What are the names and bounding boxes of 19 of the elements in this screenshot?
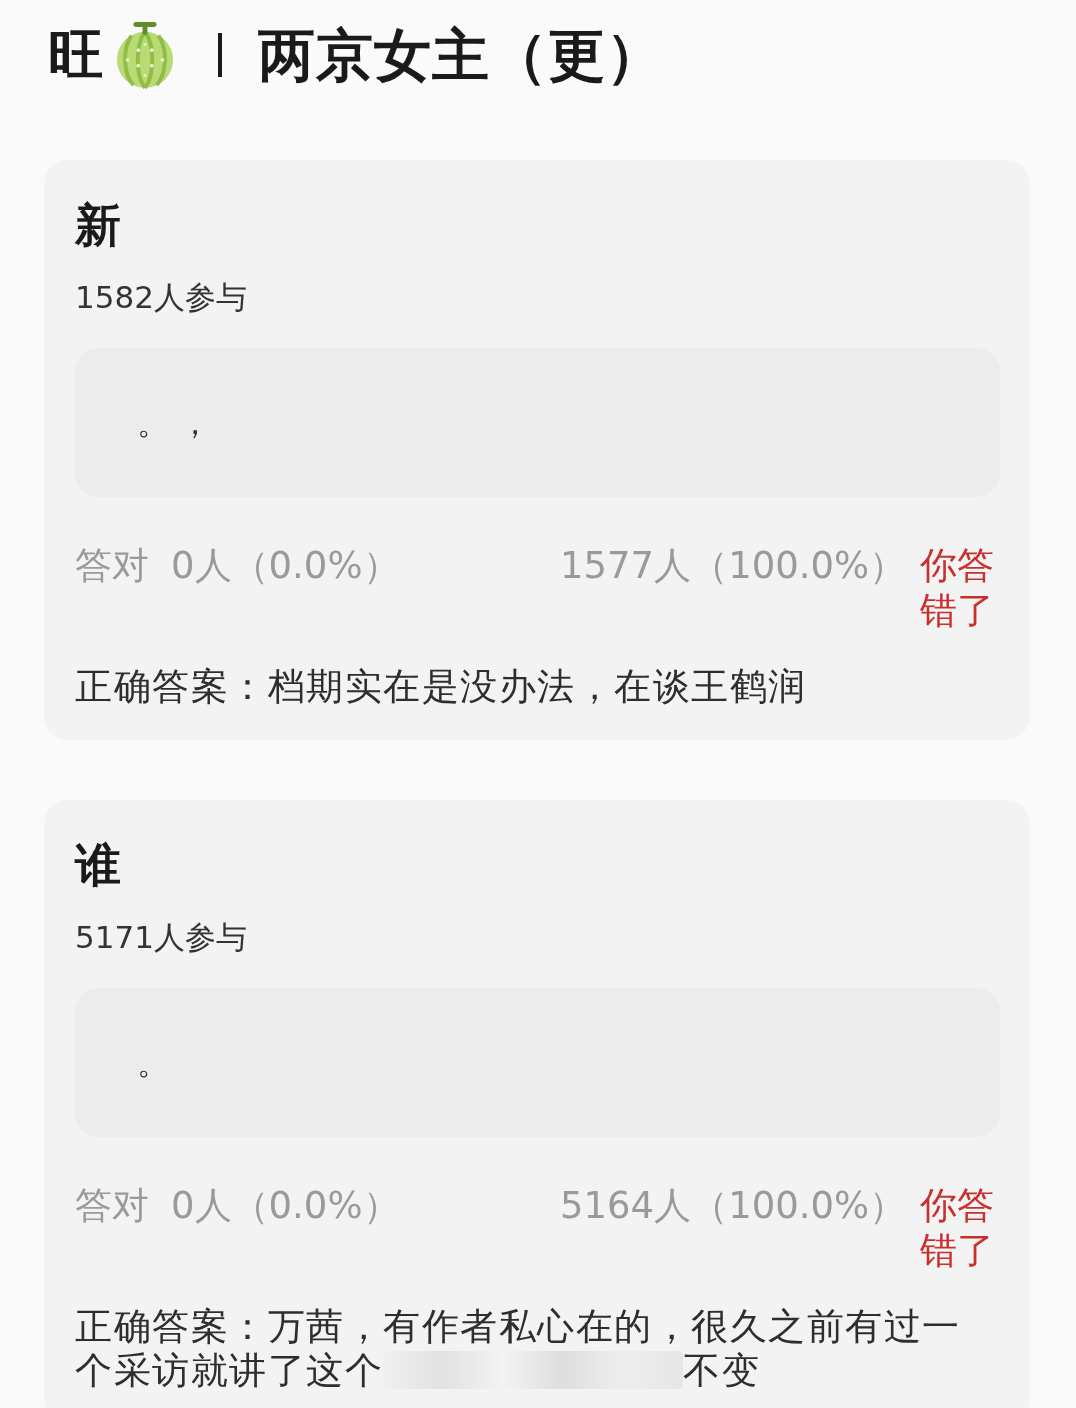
post-title-prefix: 旺 bbox=[48, 21, 104, 89]
correct-count: 0人（0.0%） bbox=[171, 1183, 400, 1228]
correct-label: 答对 bbox=[75, 1183, 149, 1228]
question-title: 谁 bbox=[75, 837, 122, 893]
melon-icon bbox=[114, 21, 176, 89]
option-text: 。 ， bbox=[137, 402, 212, 443]
correct-answer-text: 正确答案：档期实在是没办法，在谈王鹤润 bbox=[75, 665, 808, 709]
post-title: 两京女主（更） bbox=[258, 21, 664, 90]
result-text: 你答错了 bbox=[920, 1183, 995, 1273]
correct-label: 答对 bbox=[75, 543, 149, 588]
result-text: 你答错了 bbox=[920, 543, 995, 633]
participant-count: 5171人参与 bbox=[75, 918, 248, 957]
option-text: 。 bbox=[137, 1042, 169, 1083]
correct-answer-text: 正确答案：万茜，有作者私心在的，很久之前有过一个采访就讲了这个 不变 bbox=[75, 1305, 962, 1393]
question-title: 新 bbox=[75, 197, 122, 253]
wrong-count: 5164人（100.0%） bbox=[560, 1183, 908, 1228]
wrong-count: 1577人（100.0%） bbox=[560, 543, 908, 588]
participant-count: 1582人参与 bbox=[75, 278, 248, 317]
correct-count: 0人（0.0%） bbox=[171, 543, 400, 588]
